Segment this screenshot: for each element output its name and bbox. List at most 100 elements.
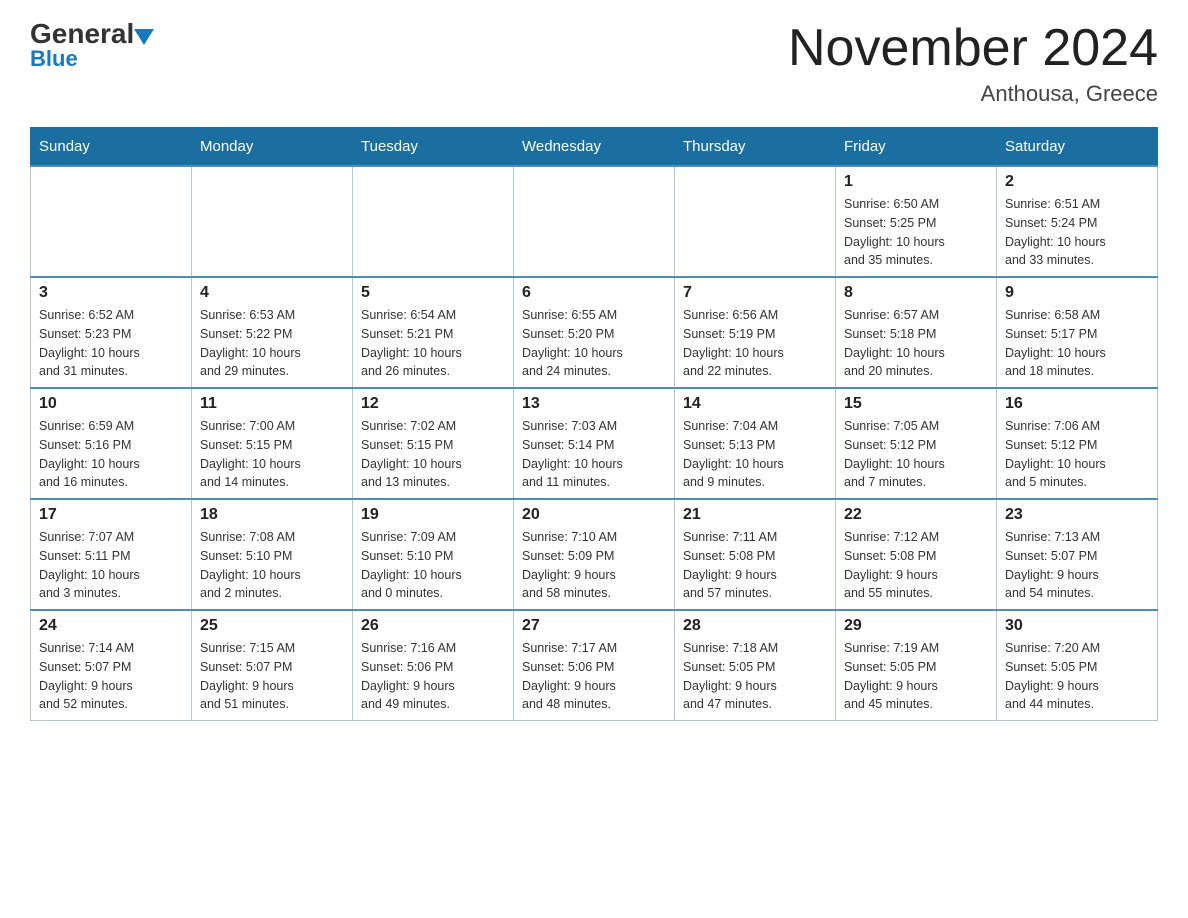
- day-info: Sunrise: 7:00 AM Sunset: 5:15 PM Dayligh…: [200, 417, 344, 492]
- day-number: 25: [200, 617, 344, 635]
- calendar-cell: 7 Sunrise: 6:56 AM Sunset: 5:19 PM Daylig…: [675, 277, 836, 388]
- calendar-cell: 18 Sunrise: 7:08 AM Sunset: 5:10 PM Dayli…: [192, 499, 353, 610]
- calendar-cell: [192, 166, 353, 277]
- day-info: Sunrise: 6:51 AM Sunset: 5:24 PM Dayligh…: [1005, 195, 1149, 270]
- day-number: 19: [361, 506, 505, 524]
- calendar-cell: 6 Sunrise: 6:55 AM Sunset: 5:20 PM Daylig…: [514, 277, 675, 388]
- day-number: 4: [200, 284, 344, 302]
- day-number: 23: [1005, 506, 1149, 524]
- location-subtitle: Anthousa, Greece: [788, 81, 1158, 107]
- day-number: 6: [522, 284, 666, 302]
- day-number: 8: [844, 284, 988, 302]
- day-number: 2: [1005, 173, 1149, 191]
- day-info: Sunrise: 7:07 AM Sunset: 5:11 PM Dayligh…: [39, 528, 183, 603]
- weekday-header-saturday: Saturday: [997, 128, 1158, 167]
- calendar-cell: [31, 166, 192, 277]
- day-number: 24: [39, 617, 183, 635]
- day-info: Sunrise: 7:08 AM Sunset: 5:10 PM Dayligh…: [200, 528, 344, 603]
- day-number: 15: [844, 395, 988, 413]
- day-number: 27: [522, 617, 666, 635]
- calendar-cell: 3Sunrise: 6:52 AM Sunset: 5:23 PM Daylig…: [31, 277, 192, 388]
- calendar-cell: 5Sunrise: 6:54 AM Sunset: 5:21 PM Daylig…: [353, 277, 514, 388]
- day-info: Sunrise: 7:17 AM Sunset: 5:06 PM Dayligh…: [522, 639, 666, 714]
- calendar-cell: 11 Sunrise: 7:00 AM Sunset: 5:15 PM Dayli…: [192, 388, 353, 499]
- logo-triangle-icon: [134, 29, 154, 45]
- day-number: 11: [200, 395, 344, 413]
- calendar-week-row: 1Sunrise: 6:50 AM Sunset: 5:25 PM Daylig…: [31, 166, 1158, 277]
- logo: General Blue: [30, 20, 158, 70]
- weekday-header-tuesday: Tuesday: [353, 128, 514, 167]
- day-info: Sunrise: 7:14 AM Sunset: 5:07 PM Dayligh…: [39, 639, 183, 714]
- calendar-cell: 24 Sunrise: 7:14 AM Sunset: 5:07 PM Dayli…: [31, 610, 192, 721]
- day-info: Sunrise: 7:20 AM Sunset: 5:05 PM Dayligh…: [1005, 639, 1149, 714]
- logo-blue-text: Blue: [30, 48, 78, 70]
- day-info: Sunrise: 7:15 AM Sunset: 5:07 PM Dayligh…: [200, 639, 344, 714]
- calendar-cell: 4 Sunrise: 6:53 AM Sunset: 5:22 PM Daylig…: [192, 277, 353, 388]
- day-number: 21: [683, 506, 827, 524]
- day-info: Sunrise: 6:56 AM Sunset: 5:19 PM Dayligh…: [683, 306, 827, 381]
- day-number: 12: [361, 395, 505, 413]
- day-number: 7: [683, 284, 827, 302]
- calendar-cell: 27 Sunrise: 7:17 AM Sunset: 5:06 PM Dayli…: [514, 610, 675, 721]
- day-number: 22: [844, 506, 988, 524]
- day-number: 5: [361, 284, 505, 302]
- day-info: Sunrise: 7:12 AM Sunset: 5:08 PM Dayligh…: [844, 528, 988, 603]
- calendar-cell: 14Sunrise: 7:04 AM Sunset: 5:13 PM Dayli…: [675, 388, 836, 499]
- day-info: Sunrise: 7:10 AM Sunset: 5:09 PM Dayligh…: [522, 528, 666, 603]
- day-info: Sunrise: 6:55 AM Sunset: 5:20 PM Dayligh…: [522, 306, 666, 381]
- day-info: Sunrise: 6:58 AM Sunset: 5:17 PM Dayligh…: [1005, 306, 1149, 381]
- weekday-header-monday: Monday: [192, 128, 353, 167]
- day-info: Sunrise: 6:53 AM Sunset: 5:22 PM Dayligh…: [200, 306, 344, 381]
- month-title: November 2024: [788, 20, 1158, 77]
- day-number: 28: [683, 617, 827, 635]
- calendar-cell: 13 Sunrise: 7:03 AM Sunset: 5:14 PM Dayli…: [514, 388, 675, 499]
- day-info: Sunrise: 7:18 AM Sunset: 5:05 PM Dayligh…: [683, 639, 827, 714]
- calendar-table: SundayMondayTuesdayWednesdayThursdayFrid…: [30, 127, 1158, 721]
- day-info: Sunrise: 7:02 AM Sunset: 5:15 PM Dayligh…: [361, 417, 505, 492]
- calendar-week-row: 17 Sunrise: 7:07 AM Sunset: 5:11 PM Dayli…: [31, 499, 1158, 610]
- day-info: Sunrise: 7:16 AM Sunset: 5:06 PM Dayligh…: [361, 639, 505, 714]
- day-info: Sunrise: 6:52 AM Sunset: 5:23 PM Dayligh…: [39, 306, 183, 381]
- page-header: General Blue November 2024 Anthousa, Gre…: [30, 20, 1158, 107]
- day-info: Sunrise: 7:05 AM Sunset: 5:12 PM Dayligh…: [844, 417, 988, 492]
- day-info: Sunrise: 7:06 AM Sunset: 5:12 PM Dayligh…: [1005, 417, 1149, 492]
- day-number: 13: [522, 395, 666, 413]
- day-number: 17: [39, 506, 183, 524]
- calendar-cell: 10 Sunrise: 6:59 AM Sunset: 5:16 PM Dayli…: [31, 388, 192, 499]
- calendar-week-row: 3Sunrise: 6:52 AM Sunset: 5:23 PM Daylig…: [31, 277, 1158, 388]
- calendar-cell: [514, 166, 675, 277]
- day-info: Sunrise: 6:57 AM Sunset: 5:18 PM Dayligh…: [844, 306, 988, 381]
- day-number: 10: [39, 395, 183, 413]
- day-number: 14: [683, 395, 827, 413]
- day-info: Sunrise: 7:19 AM Sunset: 5:05 PM Dayligh…: [844, 639, 988, 714]
- day-number: 20: [522, 506, 666, 524]
- calendar-week-row: 24 Sunrise: 7:14 AM Sunset: 5:07 PM Dayli…: [31, 610, 1158, 721]
- day-number: 30: [1005, 617, 1149, 635]
- calendar-cell: 30 Sunrise: 7:20 AM Sunset: 5:05 PM Dayli…: [997, 610, 1158, 721]
- calendar-cell: 2 Sunrise: 6:51 AM Sunset: 5:24 PM Daylig…: [997, 166, 1158, 277]
- calendar-cell: 1Sunrise: 6:50 AM Sunset: 5:25 PM Daylig…: [836, 166, 997, 277]
- calendar-cell: [675, 166, 836, 277]
- day-info: Sunrise: 7:03 AM Sunset: 5:14 PM Dayligh…: [522, 417, 666, 492]
- day-number: 16: [1005, 395, 1149, 413]
- calendar-cell: 28 Sunrise: 7:18 AM Sunset: 5:05 PM Dayli…: [675, 610, 836, 721]
- calendar-cell: 19Sunrise: 7:09 AM Sunset: 5:10 PM Dayli…: [353, 499, 514, 610]
- logo-general-text: General: [30, 20, 134, 48]
- calendar-cell: 17 Sunrise: 7:07 AM Sunset: 5:11 PM Dayli…: [31, 499, 192, 610]
- weekday-header-thursday: Thursday: [675, 128, 836, 167]
- weekday-header-sunday: Sunday: [31, 128, 192, 167]
- calendar-cell: 29Sunrise: 7:19 AM Sunset: 5:05 PM Dayli…: [836, 610, 997, 721]
- calendar-cell: [353, 166, 514, 277]
- weekday-header-row: SundayMondayTuesdayWednesdayThursdayFrid…: [31, 128, 1158, 167]
- calendar-cell: 20 Sunrise: 7:10 AM Sunset: 5:09 PM Dayli…: [514, 499, 675, 610]
- calendar-cell: 25 Sunrise: 7:15 AM Sunset: 5:07 PM Dayli…: [192, 610, 353, 721]
- day-number: 9: [1005, 284, 1149, 302]
- calendar-cell: 23Sunrise: 7:13 AM Sunset: 5:07 PM Dayli…: [997, 499, 1158, 610]
- calendar-cell: 12 Sunrise: 7:02 AM Sunset: 5:15 PM Dayli…: [353, 388, 514, 499]
- day-info: Sunrise: 7:11 AM Sunset: 5:08 PM Dayligh…: [683, 528, 827, 603]
- calendar-cell: 15 Sunrise: 7:05 AM Sunset: 5:12 PM Dayli…: [836, 388, 997, 499]
- weekday-header-friday: Friday: [836, 128, 997, 167]
- day-info: Sunrise: 6:59 AM Sunset: 5:16 PM Dayligh…: [39, 417, 183, 492]
- day-number: 18: [200, 506, 344, 524]
- day-info: Sunrise: 6:50 AM Sunset: 5:25 PM Dayligh…: [844, 195, 988, 270]
